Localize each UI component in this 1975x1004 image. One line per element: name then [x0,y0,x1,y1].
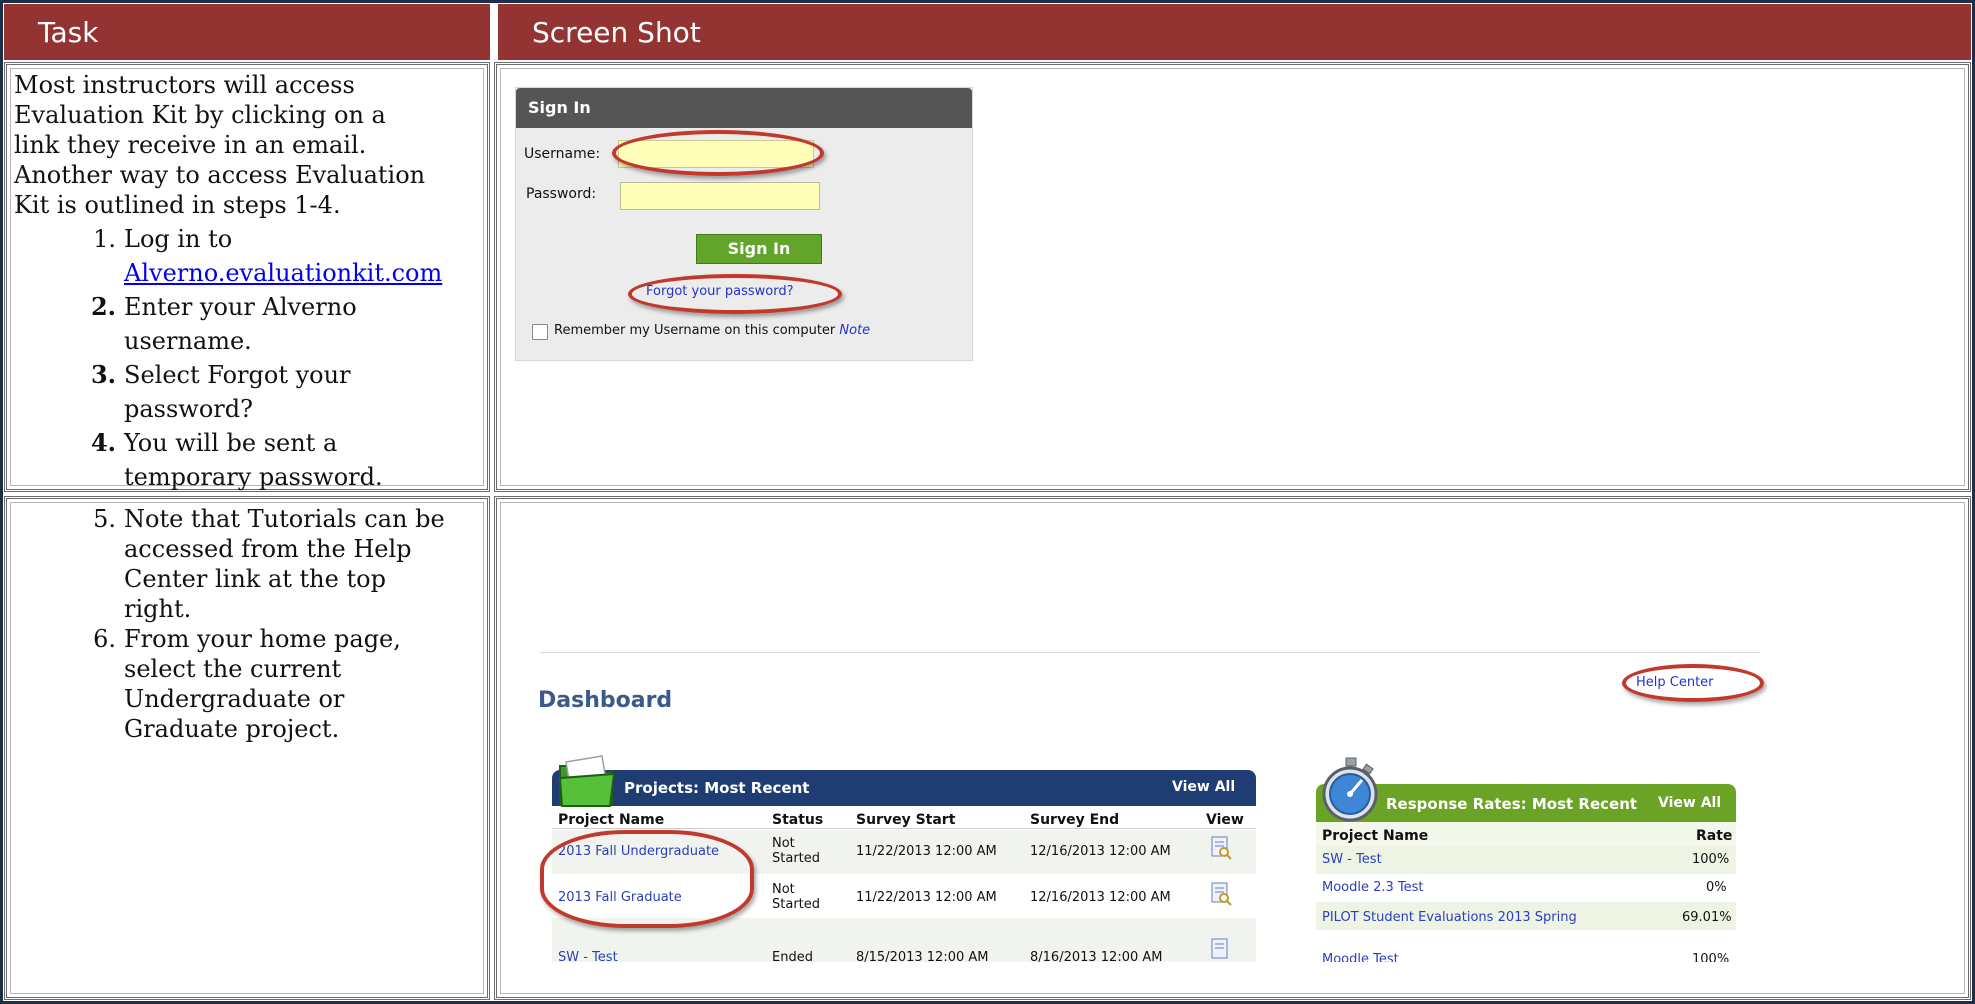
annotation-oval-help-center [1622,664,1764,702]
response-rate: 100% [1692,852,1730,867]
status-line: Not [772,882,795,897]
signin-title: Sign In [528,98,591,117]
col-project-name: Project Name [558,812,665,828]
remember-label: Remember my Username on this computer No… [554,323,870,338]
intro-line: Evaluation Kit by clicking on a [14,101,386,129]
folder-icon [558,755,616,807]
signin-button[interactable]: Sign In [696,234,822,264]
step-number: 1. [93,225,116,253]
status-line: Started [772,897,821,912]
row2-steps: 5. Note that Tutorials can be accessed f… [80,504,480,744]
step-text: Log in to [124,225,233,253]
step-text: select the current [124,655,342,683]
password-field[interactable] [620,182,820,210]
step-text: Undergraduate or [124,685,345,713]
step-number: 4. [90,428,116,457]
step-text: Enter your Alverno [124,293,357,321]
intro-line: Another way to access Evaluation [14,161,426,189]
signin-button-label: Sign In [727,239,791,258]
col-view: View [1206,812,1244,828]
survey-end: 12/16/2013 12:00 AM [1030,844,1171,859]
survey-start: 11/22/2013 12:00 AM [856,844,997,859]
step-text: Center link at the top [124,565,386,593]
response-project-link[interactable]: Moodle 2.3 Test [1322,880,1424,895]
signin-titlebar: Sign In [516,88,972,128]
task-column-header: Task [4,4,490,60]
view-report-icon[interactable] [1210,882,1232,906]
response-rate: 69.01% [1682,910,1732,925]
survey-start: 8/15/2013 12:00 AM [856,950,989,962]
row1-intro: Most instructors will access Evaluation … [14,70,484,220]
response-project-link[interactable]: Moodle Test [1322,952,1399,962]
dashboard-topline [540,652,1760,653]
step-5: 5. Note that Tutorials can be accessed f… [80,504,480,624]
project-link[interactable]: SW - Test [558,950,618,962]
step-number: 6. [93,625,116,653]
row1-steps: 1. Log in to Alverno.evaluationkit.com 2… [80,222,480,494]
view-report-icon[interactable] [1210,836,1232,860]
step-number: 2. [90,292,116,321]
step-text: accessed from the Help [124,535,412,563]
col-survey-start: Survey Start [856,812,956,828]
step-text: From your home page, [124,625,401,653]
status-line: Started [772,851,821,866]
step-number: 3. [90,360,116,389]
annotation-oval-username [612,130,824,176]
responses-title: Response Rates: Most Recent [1386,795,1638,813]
screenshot-column-header: Screen Shot [498,4,1971,60]
project-status: Not Started [772,882,820,912]
step-text: Note that Tutorials can be [124,505,445,533]
intro-line: Kit is outlined in steps 1-4. [14,191,341,219]
username-label: Username: [524,146,601,162]
step-6: 6. From your home page, select the curre… [80,624,480,744]
intro-line: Most instructors will access [14,71,355,99]
response-rate: 100% [1692,952,1730,962]
remember-checkbox[interactable] [532,324,548,340]
col-project-name: Project Name [1322,828,1429,844]
survey-end: 12/16/2013 12:00 AM [1030,890,1171,905]
col-status: Status [772,812,824,828]
step-text: temporary password. [124,463,383,491]
step-text: Graduate project. [124,715,340,743]
step-number: 5. [93,505,116,533]
step-1: 1. Log in to Alverno.evaluationkit.com [80,222,480,290]
col-rate: Rate [1696,828,1733,844]
survey-start: 11/22/2013 12:00 AM [856,890,997,905]
projects-title: Projects: Most Recent [624,779,810,797]
dashboard-title: Dashboard [538,688,673,713]
step-4: 4. You will be sent a temporary password… [80,426,480,494]
step-text: password? [124,395,253,423]
status-line: Not [772,836,795,851]
response-project-link[interactable]: PILOT Student Evaluations 2013 Spring [1322,910,1577,925]
annotation-oval-projects [540,830,754,928]
step-text: Select Forgot your [124,361,351,389]
task-header-label: Task [38,16,99,49]
survey-end: 8/16/2013 12:00 AM [1030,950,1163,962]
step-3: 3. Select Forgot your password? [80,358,480,426]
remember-text: Remember my Username on this computer [554,323,836,338]
evaluationkit-link[interactable]: Alverno.evaluationkit.com [124,259,442,287]
response-rate: 0% [1706,880,1727,895]
step-2: 2. Enter your Alverno username. [80,290,480,358]
project-status: Ended [772,950,813,962]
response-project-link[interactable]: SW - Test [1322,852,1382,867]
intro-line: link they receive in an email. [14,131,367,159]
annotation-oval-forgot [628,274,842,314]
screenshot-header-label: Screen Shot [532,16,701,49]
project-status: Not Started [772,836,820,866]
projects-view-all[interactable]: View All [1172,779,1235,795]
step-text: right. [124,595,192,623]
note-link[interactable]: Note [839,323,870,338]
step-text: You will be sent a [124,429,338,457]
view-report-icon[interactable] [1210,938,1232,962]
signin-panel: Sign In Username: Password: Sign In Forg… [516,88,972,360]
responses-view-all[interactable]: View All [1658,795,1721,811]
step-text: username. [124,327,252,355]
stopwatch-icon [1322,757,1378,822]
password-label: Password: [526,186,597,202]
col-survey-end: Survey End [1030,812,1120,828]
